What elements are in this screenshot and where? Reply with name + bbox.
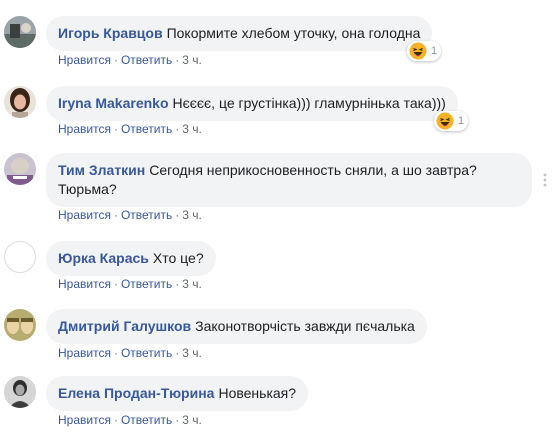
avatar[interactable]	[4, 376, 36, 408]
comment-actions: Нравится · Ответить · 3 ч.	[58, 346, 202, 360]
comment-text: Новенькая?	[218, 385, 297, 401]
comment-actions: Нравится · Ответить · 3 ч.	[58, 53, 202, 67]
like-link[interactable]: Нравится	[58, 122, 111, 136]
more-options-icon[interactable]	[538, 173, 552, 187]
comment-time[interactable]: 3 ч.	[182, 122, 202, 136]
comment-bubble: Дмитрий Галушков Законотворчість завжди п…	[46, 309, 427, 344]
like-link[interactable]: Нравится	[58, 53, 111, 67]
comment-author[interactable]: Iryna Makarenko	[58, 95, 169, 111]
reply-link[interactable]: Ответить	[121, 277, 172, 291]
reaction-count: 1	[431, 45, 438, 57]
avatar-image	[4, 376, 36, 408]
like-link[interactable]: Нравится	[58, 208, 111, 222]
comment-author[interactable]: Дмитрий Галушков	[58, 318, 191, 334]
reply-link[interactable]: Ответить	[121, 208, 172, 222]
comment-actions: Нравится · Ответить · 3 ч.	[58, 277, 202, 291]
comment-time[interactable]: 3 ч.	[182, 413, 202, 427]
comment-author[interactable]: Юрка Карась	[58, 250, 149, 266]
comment-time[interactable]: 3 ч.	[182, 208, 202, 222]
like-link[interactable]: Нравится	[58, 277, 111, 291]
reaction-count: 1	[458, 115, 465, 127]
comment-time[interactable]: 3 ч.	[182, 53, 202, 67]
comment-text: Покормите хлебом уточку, она голодна	[166, 25, 421, 41]
reaction-badge[interactable]: 1	[407, 41, 442, 61]
comment-time[interactable]: 3 ч.	[182, 277, 202, 291]
avatar[interactable]	[4, 309, 36, 341]
like-link[interactable]: Нравится	[58, 413, 111, 427]
avatar-image	[4, 16, 36, 48]
avatar-image	[4, 86, 36, 118]
comment-author[interactable]: Тим Златкин	[58, 162, 145, 178]
comment-text: Законотворчість завжди пєчалька	[195, 318, 415, 334]
avatar[interactable]	[4, 16, 36, 48]
comment-bubble: Игорь Кравцов Покормите хлебом уточку, он…	[46, 16, 433, 51]
comment-text: Хто це?	[152, 250, 204, 266]
reply-link[interactable]: Ответить	[121, 122, 172, 136]
reaction-badge[interactable]: 1	[434, 111, 469, 131]
comment-actions: Нравится · Ответить · 3 ч.	[58, 413, 202, 427]
comment-time[interactable]: 3 ч.	[182, 346, 202, 360]
haha-icon	[436, 112, 454, 130]
comment-actions: Нравится · Ответить · 3 ч.	[58, 208, 202, 222]
haha-icon	[409, 42, 427, 60]
comment-bubble: Елена Продан-Тюрина Новенькая?	[46, 376, 309, 411]
comment-bubble: Тим Златкин Сегодня неприкосновенность сн…	[46, 153, 532, 207]
comment-bubble: Iryna Makarenko Нєєєє, це грустінка))) гл…	[46, 86, 458, 121]
avatar-image	[4, 309, 36, 341]
avatar[interactable]	[4, 241, 36, 273]
comment-author[interactable]: Игорь Кравцов	[58, 25, 163, 41]
comment-author[interactable]: Елена Продан-Тюрина	[58, 385, 214, 401]
reply-link[interactable]: Ответить	[121, 53, 172, 67]
comment-actions: Нравится · Ответить · 3 ч.	[58, 122, 202, 136]
avatar[interactable]	[4, 86, 36, 118]
reply-link[interactable]: Ответить	[121, 346, 172, 360]
avatar[interactable]	[4, 153, 36, 185]
avatar-image	[4, 153, 36, 185]
comment-bubble: Юрка Карась Хто це?	[46, 241, 216, 276]
comment-text: Нєєєє, це грустінка))) гламурнінька така…	[172, 95, 446, 111]
like-link[interactable]: Нравится	[58, 346, 111, 360]
reply-link[interactable]: Ответить	[121, 413, 172, 427]
